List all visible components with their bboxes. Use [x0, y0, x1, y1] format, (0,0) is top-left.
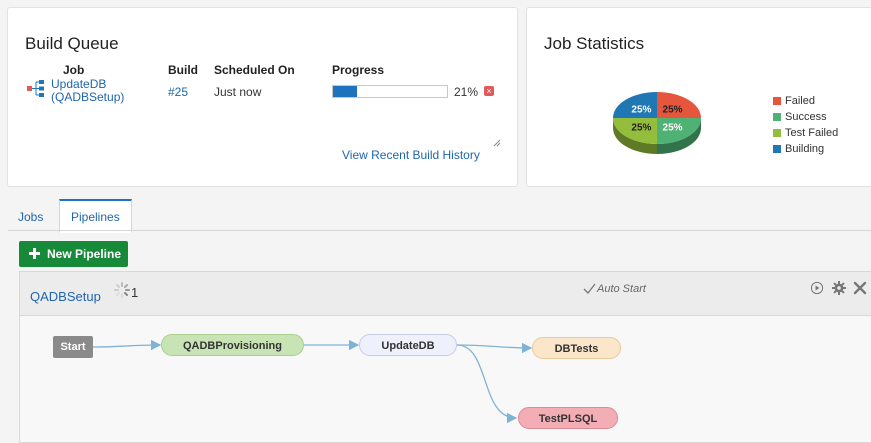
scheduled-column-header: Scheduled On: [214, 63, 295, 77]
pipeline-node-qadbprovisioning[interactable]: QADBProvisioning: [161, 334, 304, 356]
pipeline-card: QADBSetup 1 Auto Start Start QADBProvisi…: [19, 271, 871, 443]
pipeline-node-dbtests[interactable]: DBTests: [532, 337, 621, 359]
job-column-header: Job: [63, 63, 85, 77]
pipeline-header: QADBSetup 1 Auto Start: [20, 272, 871, 316]
legend-swatch: [773, 97, 781, 105]
legend-label: Building: [785, 143, 825, 155]
build-queue-title: Build Queue: [25, 34, 119, 53]
legend-swatch: [773, 113, 781, 121]
build-progress-bar: [332, 85, 448, 98]
new-pipeline-label: New Pipeline: [47, 247, 122, 261]
checkmark-icon: [583, 283, 596, 294]
build-queue-panel: Build Queue Job Build Scheduled On Progr…: [7, 7, 518, 187]
resize-grip-icon[interactable]: [493, 139, 501, 147]
legend-label: Test Failed: [785, 127, 839, 139]
pipeline-name-link[interactable]: QADBSetup: [30, 289, 101, 304]
pie-label-success: 25%: [663, 123, 683, 134]
pipeline-node-start[interactable]: Start: [53, 336, 93, 358]
progress-column-header: Progress: [332, 63, 385, 77]
tab-pipelines[interactable]: Pipelines: [59, 199, 132, 233]
pie-label-test-failed: 25%: [631, 123, 651, 134]
gear-icon[interactable]: [831, 280, 847, 296]
close-icon[interactable]: [853, 281, 867, 295]
legend-swatch: [773, 145, 781, 153]
progress-percent: 21%: [454, 85, 479, 99]
legend-label: Failed: [785, 95, 815, 107]
auto-start-label: Auto Start: [597, 283, 646, 295]
scheduled-time: Just now: [214, 85, 262, 99]
play-icon[interactable]: [810, 281, 824, 295]
legend-item-success: Success: [773, 111, 827, 123]
build-column-header: Build: [168, 63, 198, 77]
spinner-icon: [114, 282, 130, 298]
legend-item-failed: Failed: [773, 95, 815, 107]
view-build-history-link[interactable]: View Recent Build History: [342, 148, 480, 162]
cancel-icon[interactable]: ×: [484, 86, 494, 96]
job-statistics-panel: Job Statistics 25% 25% 25% 25% Failed Succes…: [526, 7, 871, 187]
pie-label-failed: 25%: [663, 104, 683, 115]
legend-swatch: [773, 129, 781, 137]
new-pipeline-button[interactable]: New Pipeline: [19, 241, 128, 267]
job-parent[interactable]: (QADBSetup): [51, 91, 124, 104]
tab-jobs[interactable]: Jobs: [18, 204, 43, 230]
pipeline-run-count: 1: [131, 285, 139, 300]
build-progress-fill: [333, 86, 357, 97]
build-number-link[interactable]: #25: [168, 85, 188, 99]
pipeline-node-updatedb[interactable]: UpdateDB: [359, 334, 457, 356]
job-tree-icon: [27, 80, 44, 97]
legend-label: Success: [785, 111, 827, 123]
pipeline-node-testplsql[interactable]: TestPLSQL: [518, 407, 618, 429]
legend-item-building: Building: [773, 143, 825, 155]
tab-divider: [8, 230, 871, 231]
job-link[interactable]: UpdateDB (QADBSetup): [51, 78, 124, 104]
pie-label-building: 25%: [631, 104, 651, 115]
pie-chart: 25% 25% 25% 25%: [613, 92, 701, 154]
legend-item-test-failed: Test Failed: [773, 127, 839, 139]
job-statistics-title: Job Statistics: [544, 34, 645, 53]
plus-icon: [29, 248, 40, 259]
